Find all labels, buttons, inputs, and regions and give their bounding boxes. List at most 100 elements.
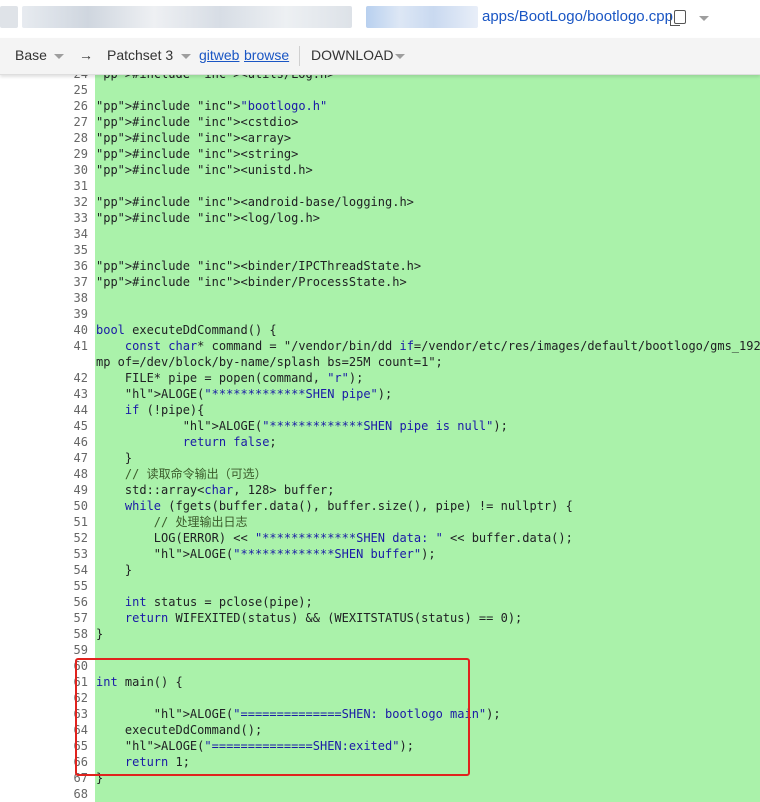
code-line: 57 return WIFEXITED(status) && (WEXITSTA… xyxy=(0,610,760,626)
line-number[interactable]: 56 xyxy=(50,594,88,610)
code-line: 48 // 读取命令输出（可选） xyxy=(0,466,760,482)
code-line: 33 "pp">#include "inc"><log/log.h> xyxy=(0,210,760,226)
code-text: FILE* pipe = popen(command, "r"); xyxy=(96,371,364,385)
blurred-url-segment xyxy=(366,6,478,28)
line-number[interactable]: 38 xyxy=(50,290,88,306)
line-number[interactable]: 55 xyxy=(50,578,88,594)
line-number[interactable]: 24 xyxy=(50,74,88,82)
code-text: "pp">#include "inc"><binder/IPCThreadSta… xyxy=(96,259,422,273)
diff-navbar: Base → Patchset 3 gitweb browse DOWNLOAD xyxy=(0,38,760,75)
code-line: 49 std::array<char, 128> buffer; xyxy=(0,482,760,498)
code-line: 59 xyxy=(0,642,760,658)
code-text: // 读取命令输出（可选） xyxy=(124,467,267,481)
base-selector[interactable]: Base xyxy=(15,47,47,63)
code-line: 28 "pp">#include "inc"><array> xyxy=(0,130,760,146)
chevron-down-icon[interactable] xyxy=(54,54,64,59)
line-number[interactable]: 54 xyxy=(50,562,88,578)
line-number[interactable]: 53 xyxy=(50,546,88,562)
code-text: return WIFEXITED(status) && (WEXITSTATUS… xyxy=(124,611,523,625)
code-line: 56 int status = pclose(pipe); xyxy=(0,594,760,610)
arrow-icon: → xyxy=(79,47,93,63)
code-text: return false; xyxy=(182,435,277,449)
code-line: 26 "pp">#include "inc">"bootlogo.h" xyxy=(0,98,760,114)
line-number[interactable]: 49 xyxy=(50,482,88,498)
line-number[interactable]: 43 xyxy=(50,386,88,402)
line-number[interactable]: 39 xyxy=(50,306,88,322)
line-number[interactable]: 50 xyxy=(50,498,88,514)
line-number[interactable]: 44 xyxy=(50,402,88,418)
code-text: int status = pclose(pipe); xyxy=(124,595,313,609)
download-button[interactable]: DOWNLOAD xyxy=(311,47,393,63)
code-line: 29 "pp">#include "inc"><string> xyxy=(0,146,760,162)
code-text: mp of=/dev/block/by-name/splash bs=25M c… xyxy=(96,355,443,369)
line-number[interactable]: 46 xyxy=(50,434,88,450)
line-number[interactable]: 35 xyxy=(50,242,88,258)
line-number[interactable]: 27 xyxy=(50,114,88,130)
line-number[interactable]: 32 xyxy=(50,194,88,210)
code-line: 37 "pp">#include "inc"><binder/ProcessSta… xyxy=(0,274,760,290)
browser-address-bar: apps/BootLogo/bootlogo.cpp xyxy=(0,0,760,38)
line-number[interactable]: 37 xyxy=(50,274,88,290)
copy-icon[interactable] xyxy=(670,10,686,26)
line-number[interactable]: 31 xyxy=(50,178,88,194)
code-text: if (!pipe){ xyxy=(124,403,205,417)
code-text: LOG(ERROR) << "*************SHEN data: "… xyxy=(96,531,573,545)
patchset-selector[interactable]: Patchset 3 xyxy=(107,47,173,63)
annotation-red-box xyxy=(75,658,470,776)
line-number[interactable]: 42 xyxy=(50,370,88,386)
line-number[interactable]: 36 xyxy=(50,258,88,274)
code-text: "pp">#include "inc"><log/log.h> xyxy=(96,211,320,225)
code-text: "hl">ALOGE("*************SHEN buffer"); xyxy=(153,547,436,561)
chevron-down-icon[interactable] xyxy=(395,54,405,59)
code-text: "pp">#include "inc"><android-base/loggin… xyxy=(96,195,414,209)
code-line: 36 "pp">#include "inc"><binder/IPCThreadS… xyxy=(0,258,760,274)
line-number[interactable]: 51 xyxy=(50,514,88,530)
code-text: bool executeDdCommand() { xyxy=(96,323,277,337)
code-line: 30 "pp">#include "inc"><unistd.h> xyxy=(0,162,760,178)
code-text: "pp">#include "inc"><string> xyxy=(96,147,299,161)
line-number[interactable]: 29 xyxy=(50,146,88,162)
line-number[interactable]: 47 xyxy=(50,450,88,466)
code-line: 44 if (!pipe){ xyxy=(0,402,760,418)
code-line: 51 // 处理输出日志 xyxy=(0,514,760,530)
line-number[interactable]: 41 xyxy=(50,338,88,354)
chevron-down-icon[interactable] xyxy=(181,54,191,59)
code-line: 58} xyxy=(0,626,760,642)
code-line: 32 "pp">#include "inc"><android-base/logg… xyxy=(0,194,760,210)
code-text: "pp">#include "inc"><utils/Log.h> xyxy=(96,74,335,81)
line-number[interactable]: 25 xyxy=(50,82,88,98)
line-number[interactable]: 26 xyxy=(50,98,88,114)
code-line: 47 } xyxy=(0,450,760,466)
line-number[interactable]: 68 xyxy=(50,786,88,802)
chevron-down-icon[interactable] xyxy=(699,16,709,21)
code-line: 34 xyxy=(0,226,760,242)
line-number[interactable]: 28 xyxy=(50,130,88,146)
code-line: 52 LOG(ERROR) << "*************SHEN data… xyxy=(0,530,760,546)
code-text: "hl">ALOGE("*************SHEN pipe"); xyxy=(124,387,393,401)
code-text: } xyxy=(96,627,104,641)
gitweb-link[interactable]: gitweb xyxy=(199,47,239,63)
blurred-url-segment xyxy=(0,6,18,28)
line-number[interactable]: 30 xyxy=(50,162,88,178)
file-path: apps/BootLogo/bootlogo.cpp xyxy=(482,8,673,25)
line-number[interactable]: 33 xyxy=(50,210,88,226)
code-text: "pp">#include "inc"><cstdio> xyxy=(96,115,299,129)
line-number[interactable]: 48 xyxy=(50,466,88,482)
code-line: 39 xyxy=(0,306,760,322)
code-text: "pp">#include "inc">"bootlogo.h" xyxy=(96,99,328,113)
line-number[interactable]: 40 xyxy=(50,322,88,338)
code-line: 25 xyxy=(0,82,760,98)
line-number[interactable]: 57 xyxy=(50,610,88,626)
line-number[interactable]: 59 xyxy=(50,642,88,658)
line-number[interactable]: 45 xyxy=(50,418,88,434)
line-number[interactable]: 34 xyxy=(50,226,88,242)
code-text: "pp">#include "inc"><array> xyxy=(96,131,292,145)
browse-link[interactable]: browse xyxy=(244,47,289,63)
code-line: 40 bool executeDdCommand() { xyxy=(0,322,760,338)
line-number[interactable]: 52 xyxy=(50,530,88,546)
code-line: 35 xyxy=(0,242,760,258)
code-line: 54 } xyxy=(0,562,760,578)
code-line: 27 "pp">#include "inc"><cstdio> xyxy=(0,114,760,130)
code-text: // 处理输出日志 xyxy=(153,515,248,529)
line-number[interactable]: 58 xyxy=(50,626,88,642)
